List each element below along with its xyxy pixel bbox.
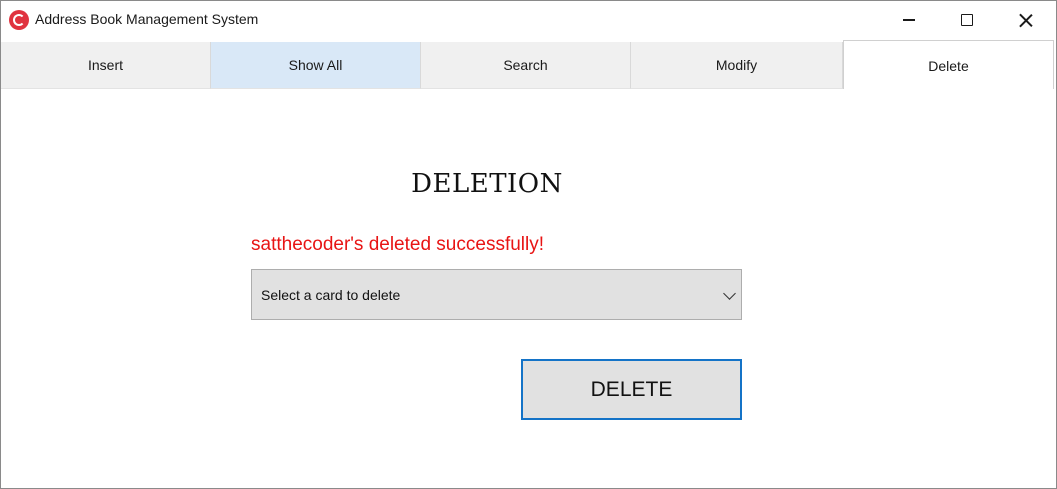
chevron-down-icon (723, 287, 736, 300)
tab-modify[interactable]: Modify (631, 42, 843, 89)
page-title: DELETION (411, 169, 563, 199)
tab-insert[interactable]: Insert (1, 42, 211, 89)
tab-bar: Insert Show All Search Modify Delete (1, 40, 1056, 89)
maximize-icon (961, 14, 973, 26)
minimize-button[interactable] (886, 1, 932, 39)
minimize-icon (903, 19, 915, 21)
status-message: satthecoder's deleted successfully! (251, 234, 545, 255)
delete-button[interactable]: DELETE (521, 359, 742, 420)
app-window: Address Book Management System Insert Sh… (0, 0, 1057, 489)
tab-show-all[interactable]: Show All (211, 42, 421, 89)
select-placeholder: Select a card to delete (261, 287, 401, 303)
close-icon (1019, 13, 1033, 27)
maximize-button[interactable] (943, 1, 989, 39)
tab-search[interactable]: Search (421, 42, 631, 89)
window-title: Address Book Management System (35, 11, 259, 27)
tab-delete[interactable]: Delete (843, 40, 1054, 89)
close-button[interactable] (1002, 1, 1048, 39)
title-bar[interactable]: Address Book Management System (1, 1, 1056, 39)
app-icon (9, 10, 29, 30)
card-select-dropdown[interactable]: Select a card to delete (251, 269, 742, 320)
